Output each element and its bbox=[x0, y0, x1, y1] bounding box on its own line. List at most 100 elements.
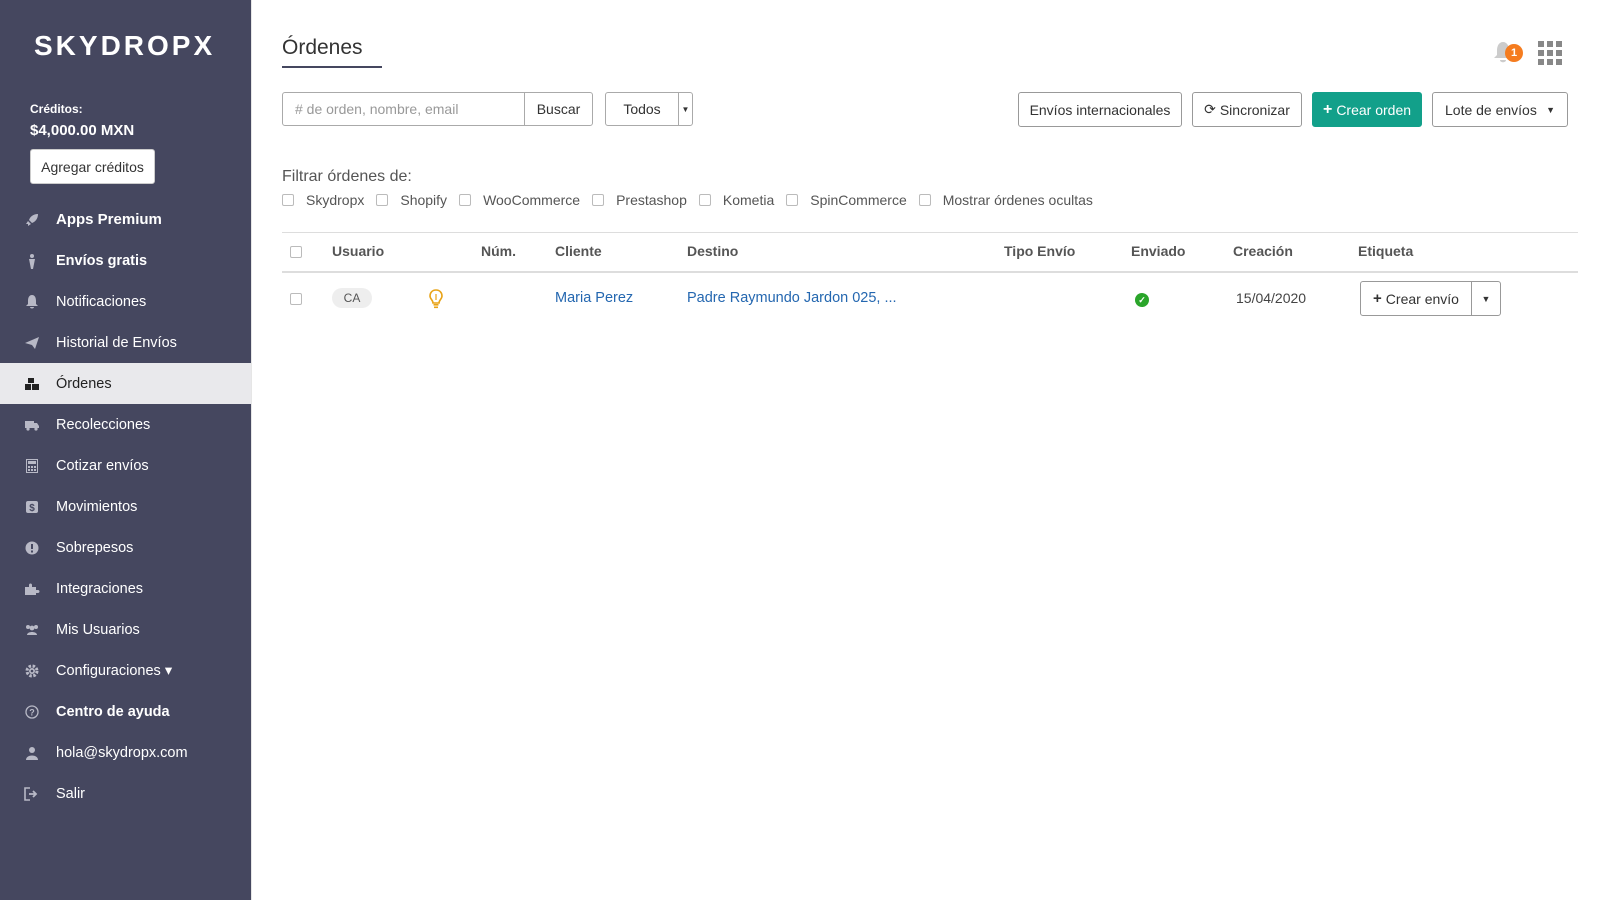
paper-plane-icon bbox=[23, 335, 41, 351]
sidebar-item-cotizar[interactable]: Cotizar envíos bbox=[0, 445, 251, 486]
select-all-checkbox[interactable] bbox=[290, 246, 302, 258]
filter-options: Skydropx Shopify WooCommerce Prestashop … bbox=[282, 192, 1105, 208]
checkbox[interactable] bbox=[459, 194, 472, 206]
column-header-etiqueta[interactable]: Etiqueta bbox=[1358, 243, 1413, 259]
truck-icon bbox=[23, 417, 41, 433]
sign-out-icon bbox=[23, 786, 41, 802]
title-underline bbox=[282, 66, 382, 68]
sidebar-item-centro-ayuda[interactable]: ? Centro de ayuda bbox=[0, 691, 251, 732]
sync-button[interactable]: ⟳ Sincronizar bbox=[1192, 92, 1302, 127]
caret-down-icon: ▼ bbox=[1546, 104, 1555, 115]
sidebar-item-label: Envíos gratis bbox=[56, 252, 148, 269]
filter-spincommerce[interactable]: SpinCommerce bbox=[786, 192, 907, 208]
sidebar-item-label: Cotizar envíos bbox=[56, 457, 149, 474]
sidebar-item-salir[interactable]: Salir bbox=[0, 773, 251, 814]
checkbox[interactable] bbox=[282, 194, 294, 206]
main-content: Órdenes 1 Buscar Todos ▼ Envíos internac… bbox=[251, 0, 1600, 900]
sidebar-item-account-email[interactable]: hola@skydropx.com bbox=[0, 732, 251, 773]
puzzle-icon bbox=[23, 581, 41, 597]
calculator-icon bbox=[23, 458, 41, 474]
order-filter-value: Todos bbox=[623, 101, 661, 117]
credits-label: Créditos: bbox=[30, 102, 83, 116]
column-header-enviado[interactable]: Enviado bbox=[1131, 243, 1185, 259]
sidebar-item-notificaciones[interactable]: Notificaciones bbox=[0, 281, 251, 322]
sync-label: Sincronizar bbox=[1219, 101, 1290, 118]
order-filter-select[interactable]: Todos ▼ bbox=[605, 92, 693, 126]
client-link[interactable]: Maria Perez bbox=[555, 290, 633, 306]
dollar-icon: $ bbox=[23, 499, 41, 515]
user-icon bbox=[23, 745, 41, 761]
sidebar-item-historial[interactable]: Historial de Envíos bbox=[0, 322, 251, 363]
alert-icon bbox=[23, 540, 41, 556]
filter-option-label: SpinCommerce bbox=[810, 192, 907, 208]
checkbox[interactable] bbox=[376, 194, 389, 206]
boxes-icon bbox=[23, 376, 41, 392]
filter-shopify[interactable]: Shopify bbox=[376, 192, 447, 208]
bell-icon bbox=[23, 294, 41, 310]
check-circle-icon: ✓ bbox=[1135, 293, 1149, 307]
destination-link[interactable]: Padre Raymundo Jardon 025, ... bbox=[687, 290, 897, 306]
page-title: Órdenes bbox=[282, 36, 363, 59]
row-checkbox[interactable] bbox=[290, 293, 302, 305]
sidebar-item-recolecciones[interactable]: Recolecciones bbox=[0, 404, 251, 445]
sidebar-item-envios-gratis[interactable]: Envíos gratis bbox=[0, 240, 251, 281]
checkbox[interactable] bbox=[592, 194, 605, 206]
create-shipment-button[interactable]: + Crear envío bbox=[1360, 281, 1472, 316]
filter-label: Filtrar órdenes de: bbox=[282, 168, 412, 185]
users-icon bbox=[23, 622, 41, 638]
sidebar-item-label: Mis Usuarios bbox=[56, 621, 140, 638]
sidebar-item-integraciones[interactable]: Integraciones bbox=[0, 568, 251, 609]
search-button[interactable]: Buscar bbox=[524, 92, 593, 126]
sidebar-item-ordenes[interactable]: Órdenes bbox=[0, 363, 251, 404]
sidebar-item-sobrepesos[interactable]: Sobrepesos bbox=[0, 527, 251, 568]
add-credits-button[interactable]: Agregar créditos bbox=[30, 149, 155, 184]
sidebar-item-mis-usuarios[interactable]: Mis Usuarios bbox=[0, 609, 251, 650]
filter-option-label: Shopify bbox=[400, 192, 448, 208]
create-shipment-dropdown[interactable]: ▼ bbox=[1471, 281, 1501, 316]
column-header-cliente[interactable]: Cliente bbox=[555, 243, 602, 259]
sidebar: SKYDROPX Créditos: $4,000.00 MXN Agregar… bbox=[0, 0, 251, 900]
svg-text:$: $ bbox=[29, 503, 35, 514]
column-header-tipo-envio[interactable]: Tipo Envío bbox=[1004, 243, 1075, 259]
checkbox[interactable] bbox=[786, 194, 799, 206]
sidebar-item-label: Centro de ayuda bbox=[56, 703, 170, 720]
user-initials-badge: CA bbox=[332, 288, 372, 308]
filter-skydropx[interactable]: Skydropx bbox=[282, 192, 364, 208]
apps-grid-icon[interactable] bbox=[1538, 41, 1562, 65]
lightbulb-icon[interactable] bbox=[429, 289, 443, 309]
person-icon bbox=[23, 253, 41, 269]
caret-down-icon: ▼ bbox=[678, 93, 692, 125]
column-header-num[interactable]: Núm. bbox=[481, 243, 516, 259]
filter-option-label: Prestashop bbox=[616, 192, 687, 208]
column-header-usuario[interactable]: Usuario bbox=[332, 243, 384, 259]
checkbox[interactable] bbox=[698, 194, 711, 206]
create-order-button[interactable]: + Crear orden bbox=[1312, 92, 1422, 127]
filter-option-label: Kometia bbox=[722, 192, 775, 208]
gear-icon bbox=[23, 663, 41, 679]
column-header-destino[interactable]: Destino bbox=[687, 243, 738, 259]
filter-option-label: Mostrar órdenes ocultas bbox=[942, 192, 1093, 208]
create-order-label: Crear orden bbox=[1336, 101, 1412, 118]
checkbox[interactable] bbox=[918, 194, 931, 206]
caret-down-icon: ▼ bbox=[1481, 293, 1491, 304]
international-shipments-button[interactable]: Envíos internacionales bbox=[1018, 92, 1182, 127]
batch-shipments-dropdown[interactable]: Lote de envíos ▼ bbox=[1432, 92, 1568, 127]
brand-logo[interactable]: SKYDROPX bbox=[34, 30, 215, 62]
filter-kometia[interactable]: Kometia bbox=[698, 192, 775, 208]
sidebar-item-apps-premium[interactable]: Apps Premium bbox=[0, 199, 251, 240]
sidebar-item-label: Apps Premium bbox=[56, 211, 162, 228]
filter-woocommerce[interactable]: WooCommerce bbox=[459, 192, 580, 208]
sidebar-item-label: Sobrepesos bbox=[56, 539, 134, 556]
filter-show-hidden[interactable]: Mostrar órdenes ocultas bbox=[918, 192, 1093, 208]
sidebar-item-label: Recolecciones bbox=[56, 416, 151, 433]
sidebar-item-label: Historial de Envíos bbox=[56, 334, 177, 351]
search-input[interactable] bbox=[282, 92, 525, 126]
sidebar-item-movimientos[interactable]: $ Movimientos bbox=[0, 486, 251, 527]
plus-icon: + bbox=[1322, 100, 1333, 118]
filter-prestashop[interactable]: Prestashop bbox=[592, 192, 687, 208]
filter-option-label: Skydropx bbox=[306, 192, 365, 208]
column-header-creacion[interactable]: Creación bbox=[1233, 243, 1293, 259]
notification-badge: 1 bbox=[1505, 44, 1523, 62]
sidebar-item-configuraciones[interactable]: Configuraciones ▾ bbox=[0, 650, 251, 691]
credits-amount: $4,000.00 MXN bbox=[30, 122, 135, 139]
